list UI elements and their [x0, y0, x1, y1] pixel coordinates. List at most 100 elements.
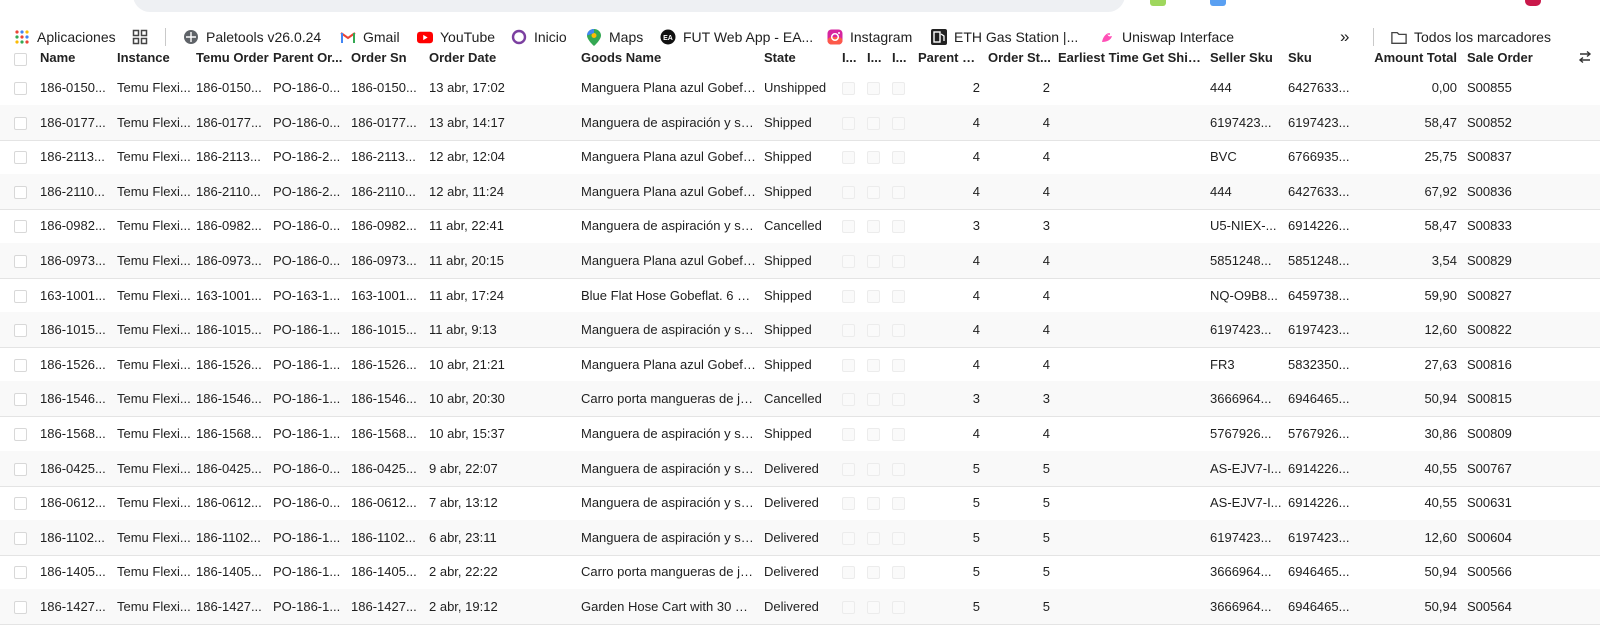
- row-flag-checkbox-3[interactable]: [892, 358, 905, 372]
- row-flag-checkbox-1[interactable]: [842, 358, 855, 372]
- row-flag-checkbox-3[interactable]: [892, 601, 905, 614]
- column-header-state[interactable]: State: [764, 50, 836, 65]
- table-row[interactable]: 186-1427... Temu Flexi... 186-1427... PO-18…: [0, 589, 1600, 625]
- row-flag-checkbox-3[interactable]: [892, 289, 905, 303]
- row-flag-checkbox-1[interactable]: [842, 220, 855, 234]
- row-flag-checkbox-2[interactable]: [867, 324, 880, 338]
- column-header-instance[interactable]: Instance: [117, 50, 191, 65]
- row-flag-checkbox-3[interactable]: [892, 462, 905, 476]
- column-header-seller-sku[interactable]: Seller Sku: [1210, 50, 1284, 65]
- row-flag-checkbox-2[interactable]: [867, 289, 880, 303]
- row-flag-checkbox-1[interactable]: [842, 497, 855, 511]
- column-header-parent-o[interactable]: Parent O...: [918, 50, 982, 65]
- column-header-name[interactable]: Name: [40, 50, 112, 65]
- table-row[interactable]: 186-1015... Temu Flexi... 186-1015... PO-18…: [0, 312, 1600, 349]
- address-bar[interactable]: [133, 0, 1125, 12]
- row-flag-checkbox-1[interactable]: [842, 566, 855, 580]
- row-flag-checkbox-1[interactable]: [842, 116, 855, 130]
- row-select-checkbox[interactable]: [14, 185, 27, 199]
- table-row[interactable]: 186-0425... Temu Flexi... 186-0425... PO-18…: [0, 450, 1600, 487]
- table-row[interactable]: 186-1546... Temu Flexi... 186-1546... PO-18…: [0, 381, 1600, 418]
- row-flag-checkbox-2[interactable]: [867, 185, 880, 199]
- row-flag-checkbox-3[interactable]: [892, 220, 905, 234]
- table-row[interactable]: 186-0982... Temu Flexi... 186-0982... PO-18…: [0, 208, 1600, 245]
- table-row[interactable]: 186-0177... Temu Flexi... 186-0177... PO-18…: [0, 104, 1600, 141]
- row-select-checkbox[interactable]: [14, 497, 27, 511]
- row-flag-checkbox-2[interactable]: [867, 255, 880, 268]
- table-row[interactable]: 186-1526... Temu Flexi... 186-1526... PO-18…: [0, 347, 1600, 383]
- row-select-checkbox[interactable]: [14, 151, 27, 165]
- row-flag-checkbox-2[interactable]: [867, 428, 880, 441]
- extension-icon[interactable]: [1150, 0, 1166, 6]
- row-flag-checkbox-3[interactable]: [892, 531, 905, 545]
- row-flag-checkbox-2[interactable]: [867, 393, 880, 407]
- row-select-checkbox[interactable]: [14, 601, 27, 614]
- row-select-checkbox[interactable]: [14, 255, 27, 268]
- row-flag-checkbox-1[interactable]: [842, 428, 855, 441]
- row-flag-checkbox-3[interactable]: [892, 151, 905, 165]
- row-flag-checkbox-2[interactable]: [867, 462, 880, 476]
- column-header-i1[interactable]: I...: [842, 50, 862, 65]
- select-all-checkbox[interactable]: [14, 53, 27, 66]
- row-select-checkbox[interactable]: [14, 393, 27, 407]
- row-flag-checkbox-3[interactable]: [892, 185, 905, 199]
- row-flag-checkbox-3[interactable]: [892, 497, 905, 511]
- row-select-checkbox[interactable]: [14, 116, 27, 130]
- row-flag-checkbox-2[interactable]: [867, 531, 880, 545]
- row-flag-checkbox-3[interactable]: [892, 116, 905, 130]
- column-header-parent-order[interactable]: Parent Or...: [273, 50, 347, 65]
- row-select-checkbox[interactable]: [14, 428, 27, 441]
- row-flag-checkbox-1[interactable]: [842, 151, 855, 165]
- row-flag-checkbox-2[interactable]: [867, 601, 880, 614]
- row-select-checkbox[interactable]: [14, 358, 27, 372]
- extension-icon[interactable]: [1210, 0, 1226, 6]
- column-header-order-st[interactable]: Order St...: [988, 50, 1052, 65]
- row-flag-checkbox-2[interactable]: [867, 220, 880, 234]
- row-flag-checkbox-3[interactable]: [892, 82, 905, 95]
- column-header-sku[interactable]: Sku: [1288, 50, 1362, 65]
- row-flag-checkbox-1[interactable]: [842, 531, 855, 545]
- column-header-amount-total[interactable]: Amount Total: [1365, 50, 1457, 65]
- table-row[interactable]: 186-0612... Temu Flexi... 186-0612... PO-18…: [0, 485, 1600, 522]
- row-flag-checkbox-1[interactable]: [842, 462, 855, 476]
- row-flag-checkbox-1[interactable]: [842, 82, 855, 95]
- row-flag-checkbox-2[interactable]: [867, 566, 880, 580]
- row-select-checkbox[interactable]: [14, 220, 27, 234]
- column-header-order-date[interactable]: Order Date: [429, 50, 569, 65]
- row-flag-checkbox-2[interactable]: [867, 82, 880, 95]
- column-header-sale-order[interactable]: Sale Order: [1467, 50, 1535, 65]
- column-header-earliest-time[interactable]: Earliest Time Get Ship...: [1058, 50, 1203, 65]
- table-row[interactable]: 186-1405... Temu Flexi... 186-1405... PO-18…: [0, 554, 1600, 591]
- row-select-checkbox[interactable]: [14, 82, 27, 95]
- column-header-goods-name[interactable]: Goods Name: [581, 50, 756, 65]
- table-row[interactable]: 186-2113... Temu Flexi... 186-2113... PO-18…: [0, 139, 1600, 176]
- table-row[interactable]: 186-0150... Temu Flexi... 186-0150... PO-18…: [0, 70, 1600, 106]
- row-select-checkbox[interactable]: [14, 566, 27, 580]
- row-flag-checkbox-2[interactable]: [867, 116, 880, 130]
- table-row[interactable]: 186-2110... Temu Flexi... 186-2110... PO-18…: [0, 173, 1600, 210]
- row-flag-checkbox-3[interactable]: [892, 428, 905, 441]
- row-select-checkbox[interactable]: [14, 462, 27, 476]
- column-header-i2[interactable]: I...: [867, 50, 887, 65]
- column-header-order-sn[interactable]: Order Sn: [351, 50, 425, 65]
- row-flag-checkbox-2[interactable]: [867, 358, 880, 372]
- row-flag-checkbox-2[interactable]: [867, 151, 880, 165]
- row-flag-checkbox-1[interactable]: [842, 255, 855, 268]
- row-flag-checkbox-1[interactable]: [842, 289, 855, 303]
- table-row[interactable]: 186-1102... Temu Flexi... 186-1102... PO-18…: [0, 519, 1600, 556]
- column-settings-icon[interactable]: [1578, 50, 1592, 67]
- row-flag-checkbox-3[interactable]: [892, 255, 905, 268]
- row-select-checkbox[interactable]: [14, 531, 27, 545]
- profile-avatar[interactable]: [1525, 0, 1541, 6]
- row-flag-checkbox-1[interactable]: [842, 393, 855, 407]
- row-flag-checkbox-3[interactable]: [892, 324, 905, 338]
- table-row[interactable]: 186-1568... Temu Flexi... 186-1568... PO-18…: [0, 416, 1600, 452]
- row-select-checkbox[interactable]: [14, 324, 27, 338]
- row-select-checkbox[interactable]: [14, 289, 27, 303]
- row-flag-checkbox-1[interactable]: [842, 185, 855, 199]
- row-flag-checkbox-1[interactable]: [842, 324, 855, 338]
- table-row[interactable]: 163-1001... Temu Flexi... 163-1001... PO-16…: [0, 278, 1600, 314]
- table-row[interactable]: 186-0973... Temu Flexi... 186-0973... PO-18…: [0, 243, 1600, 279]
- row-flag-checkbox-3[interactable]: [892, 393, 905, 407]
- row-flag-checkbox-3[interactable]: [892, 566, 905, 580]
